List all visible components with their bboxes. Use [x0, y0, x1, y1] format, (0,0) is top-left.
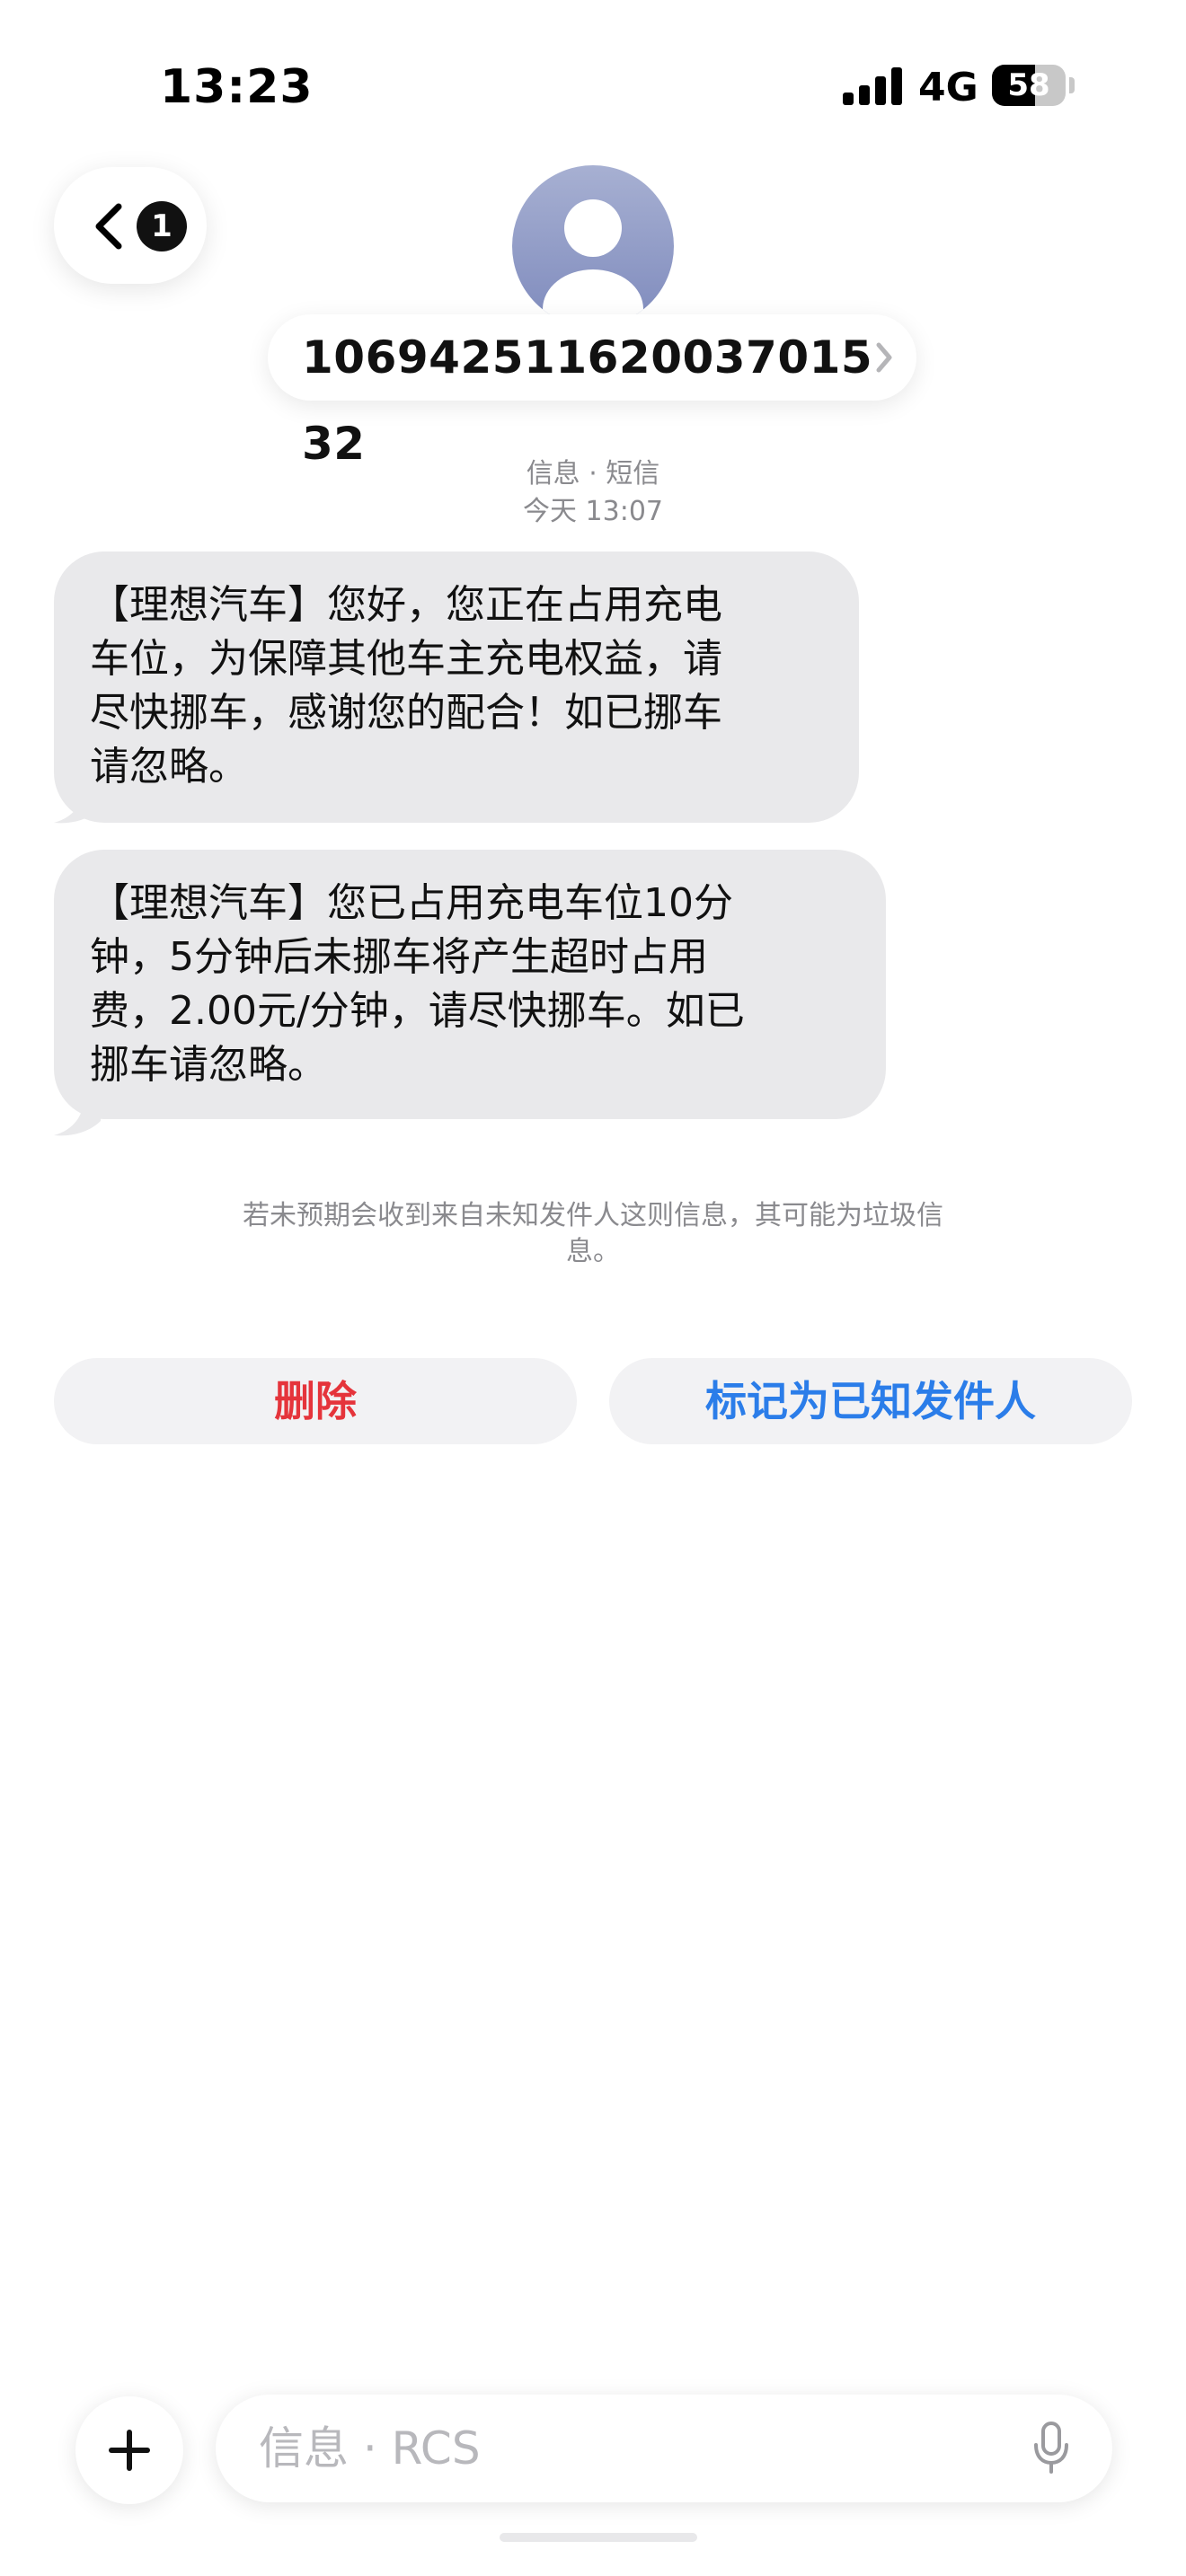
battery-icon: 58 [992, 65, 1066, 106]
message-line: 挪车请忽略。 [90, 1042, 327, 1088]
spam-notice: 若未预期会收到来自未知发件人这则信息，其可能为垃圾信 息。 [207, 1198, 979, 1270]
microphone-icon[interactable] [1030, 2422, 1073, 2475]
chevron-left-icon [95, 203, 122, 250]
chevron-right-icon [876, 342, 892, 373]
spam-notice-line: 若未预期会收到来自未知发件人这则信息，其可能为垃圾信 [243, 1200, 943, 1231]
cellular-signal-icon [843, 67, 902, 105]
person-silhouette-icon [543, 199, 643, 327]
message-bubble[interactable]: 【理想汽车】您好，您正在占用充电 车位，为保障其他车主充电权益，请 尽快挪车，感… [54, 551, 859, 823]
plus-icon [109, 2430, 150, 2471]
unread-count-badge: 1 [137, 201, 187, 251]
contact-header-button[interactable]: 106942511620037015 32 [268, 314, 916, 470]
message-timestamp: 今天 13:07 [523, 496, 663, 527]
delete-button[interactable]: 删除 [54, 1358, 577, 1444]
battery-percent: 58 [1007, 67, 1050, 103]
contact-avatar[interactable] [512, 165, 674, 327]
back-button[interactable]: 1 [54, 167, 207, 284]
service-label: 信息 · 短信 [526, 458, 660, 490]
message-line: 请忽略。 [90, 744, 248, 790]
message-line: 【理想汽车】您已占用充电车位10分 [90, 880, 733, 926]
spam-notice-line: 息。 [566, 1236, 620, 1267]
message-line: 钟，5分钟后未挪车将产生超时占用 [90, 934, 708, 980]
status-time: 13:23 [160, 60, 314, 114]
message-bubble[interactable]: 【理想汽车】您已占用充电车位10分 钟，5分钟后未挪车将产生超时占用 费，2.0… [54, 850, 886, 1119]
message-line: 【理想汽车】您好，您正在占用充电 [90, 582, 722, 628]
message-line: 尽快挪车，感谢您的配合！如已挪车 [90, 690, 722, 736]
add-attachment-button[interactable] [75, 2396, 183, 2504]
messages-thread-screen: 13:23 4G 58 1 106942511620037015 32 信息 ·… [0, 0, 1186, 2576]
battery-tip [1069, 77, 1075, 93]
message-line: 车位，为保障其他车主充电权益，请 [90, 636, 722, 682]
home-indicator[interactable] [500, 2533, 697, 2542]
message-input[interactable]: 信息 · RCS [216, 2395, 1112, 2502]
message-line: 费，2.00元/分钟，请尽快挪车。如已 [90, 988, 745, 1034]
message-input-placeholder: 信息 · RCS [259, 2422, 481, 2475]
network-type: 4G [918, 65, 978, 110]
mark-as-known-sender-button[interactable]: 标记为已知发件人 [609, 1358, 1132, 1444]
